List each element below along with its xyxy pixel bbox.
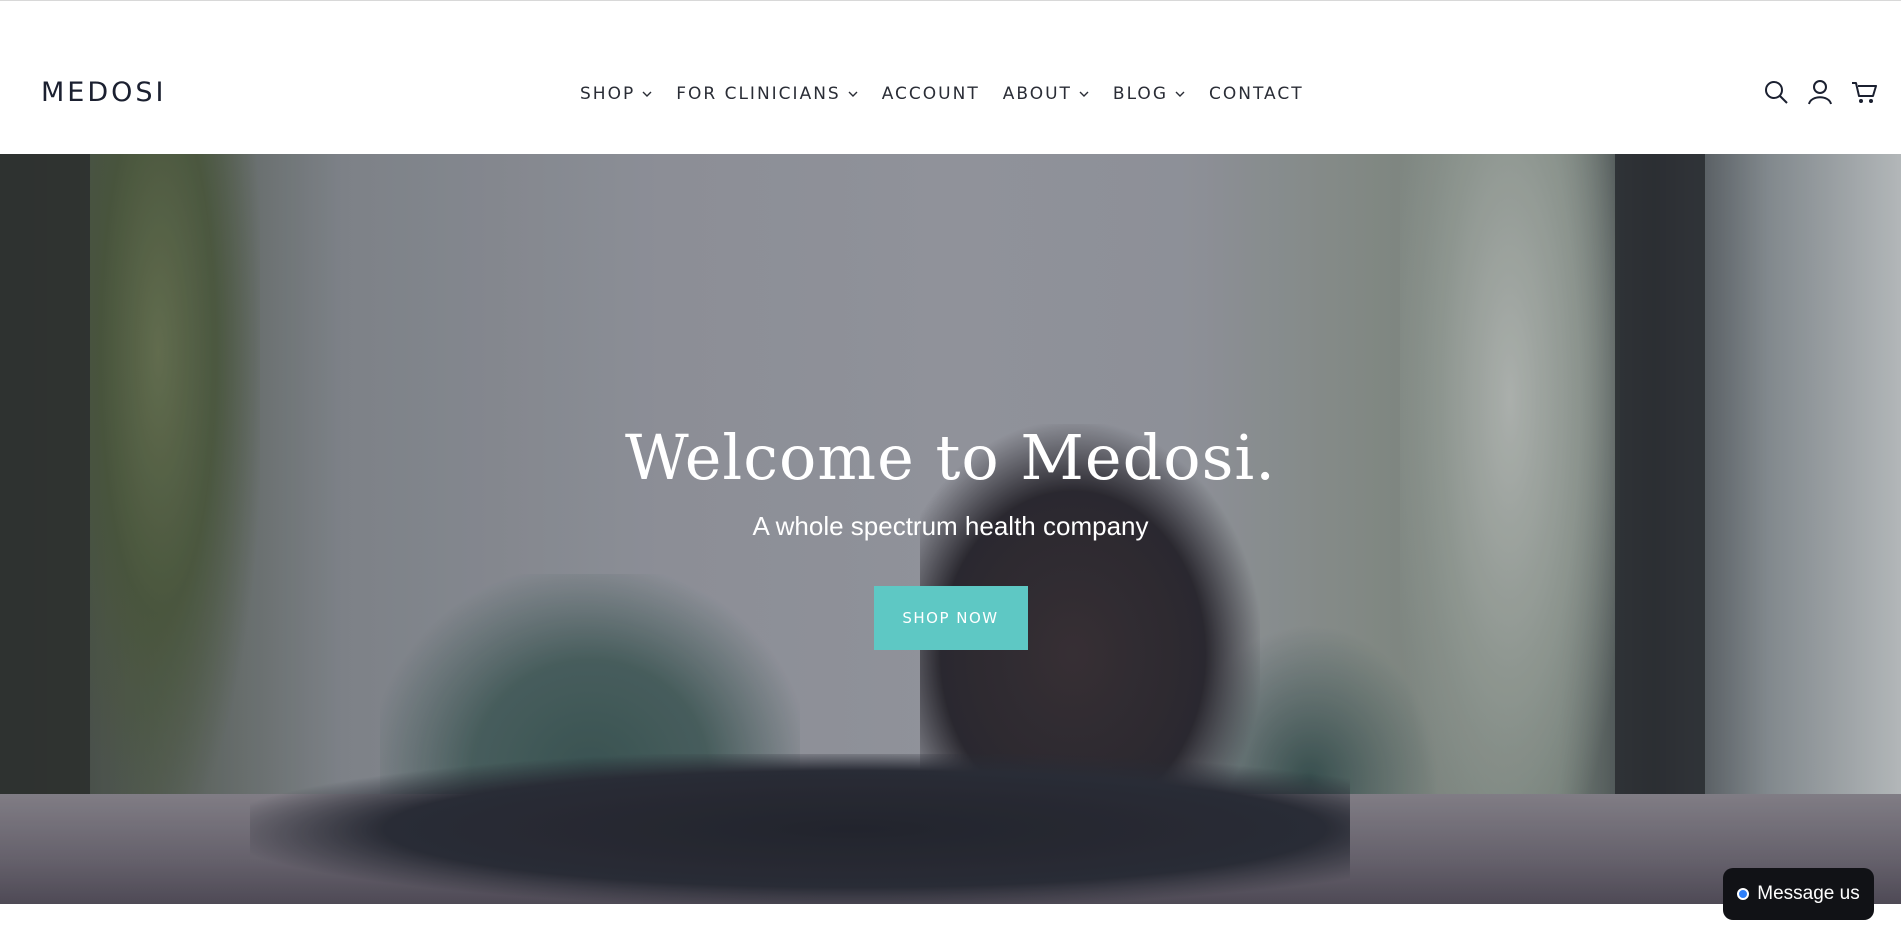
nav-label: SHOP xyxy=(580,84,636,104)
nav-item-contact[interactable]: CONTACT xyxy=(1209,84,1304,104)
chevron-down-icon xyxy=(1175,91,1185,97)
account-icon[interactable] xyxy=(1807,79,1833,105)
nav-label: CONTACT xyxy=(1209,84,1304,104)
chevron-down-icon xyxy=(1079,91,1089,97)
chevron-down-icon xyxy=(642,91,652,97)
nav-item-account[interactable]: ACCOUNT xyxy=(882,84,980,104)
hero-banner: Welcome to Medosi. A whole spectrum heal… xyxy=(0,154,1901,904)
nav-label: ABOUT xyxy=(1002,84,1072,104)
site-header: MEDOSI SHOP FOR CLINICIANS ACCOUNT ABOUT… xyxy=(0,1,1901,154)
chevron-down-icon xyxy=(848,91,858,97)
nav-label: BLOG xyxy=(1112,84,1168,104)
message-us-button[interactable]: Message us xyxy=(1723,868,1874,920)
page-content-below xyxy=(0,904,1901,938)
message-us-label: Message us xyxy=(1757,883,1860,904)
shop-now-button[interactable]: SHOP NOW xyxy=(873,586,1028,650)
nav-item-for-clinicians[interactable]: FOR CLINICIANS xyxy=(676,84,858,104)
main-nav: SHOP FOR CLINICIANS ACCOUNT ABOUT BLOG C… xyxy=(580,80,1327,108)
logo[interactable]: MEDOSI xyxy=(41,75,167,111)
hero-subtitle: A whole spectrum health company xyxy=(752,511,1149,541)
nav-label: ACCOUNT xyxy=(881,84,980,104)
nav-item-blog[interactable]: BLOG xyxy=(1113,84,1186,104)
nav-item-about[interactable]: ABOUT xyxy=(1003,84,1090,104)
nav-item-shop[interactable]: SHOP xyxy=(580,84,653,104)
hero-title: Welcome to Medosi. xyxy=(625,421,1276,494)
search-icon[interactable] xyxy=(1763,79,1789,105)
nav-label: FOR CLINICIANS xyxy=(676,84,841,104)
chat-status-icon xyxy=(1737,888,1750,900)
hero-content: Welcome to Medosi. A whole spectrum heal… xyxy=(0,420,1901,650)
cart-icon[interactable] xyxy=(1851,79,1877,105)
header-icons xyxy=(1763,79,1877,105)
